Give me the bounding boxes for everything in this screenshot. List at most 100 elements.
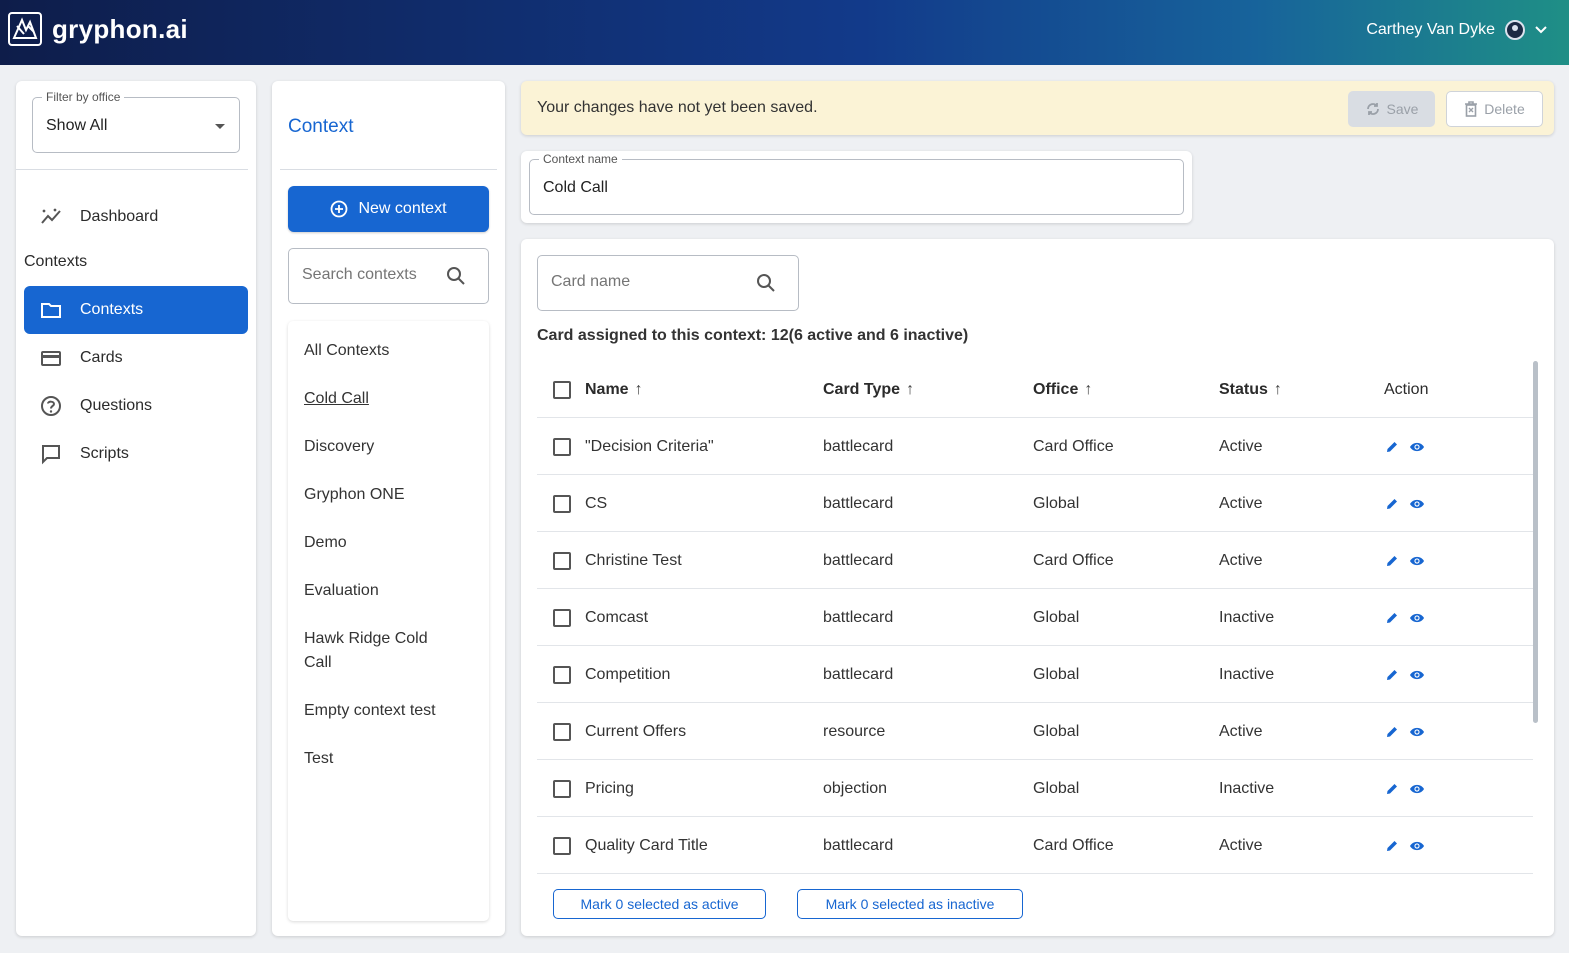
- view-eye-icon[interactable]: [1409, 840, 1425, 852]
- context-panel-title: Context: [288, 116, 354, 137]
- table-row: Comcast battlecard Global Inactive: [537, 589, 1533, 646]
- view-eye-icon[interactable]: [1409, 612, 1425, 624]
- office-filter-select[interactable]: Filter by office Show All: [32, 90, 240, 153]
- context-item[interactable]: Hawk Ridge Cold Call: [304, 627, 454, 675]
- sidebar-divider: [16, 169, 248, 170]
- user-name: Carthey Van Dyke: [1366, 21, 1495, 38]
- card-office: Global: [1033, 608, 1080, 626]
- card-search-field[interactable]: [537, 255, 799, 311]
- card-search-input[interactable]: [551, 273, 741, 291]
- context-item[interactable]: Test: [304, 747, 479, 771]
- mark-inactive-button[interactable]: Mark 0 selected as inactive: [797, 889, 1023, 919]
- sidebar-item-label: Cards: [80, 349, 123, 366]
- table-row: Pricing objection Global Inactive: [537, 760, 1533, 817]
- row-checkbox-cell: [553, 532, 571, 589]
- chevron-down-icon: [1535, 26, 1547, 34]
- row-checkbox-cell: [553, 817, 571, 874]
- column-header-office[interactable]: Office ↑: [1033, 361, 1092, 418]
- row-checkbox-cell: [553, 760, 571, 817]
- search-icon[interactable]: [446, 266, 466, 286]
- context-item-selected[interactable]: Cold Call: [304, 387, 479, 411]
- select-all-checkbox[interactable]: [553, 380, 571, 399]
- card-name: Comcast: [585, 608, 649, 626]
- context-name-field[interactable]: Context name Cold Call: [529, 152, 1184, 215]
- view-eye-icon[interactable]: [1409, 555, 1425, 567]
- gryphon-logo-icon: [8, 12, 42, 46]
- app-name: gryphon.ai: [52, 13, 188, 44]
- sidebar-item-contexts[interactable]: Contexts: [24, 286, 248, 334]
- delete-label: Delete: [1484, 101, 1525, 117]
- sidebar-item-dashboard[interactable]: Dashboard: [24, 193, 248, 241]
- card-name: Quality Card Title: [585, 836, 708, 854]
- script-icon: [40, 443, 62, 465]
- row-checkbox[interactable]: [553, 494, 571, 513]
- card-office: Global: [1033, 779, 1080, 797]
- card-office: Global: [1033, 494, 1080, 512]
- dashboard-icon: [40, 206, 62, 228]
- row-checkbox[interactable]: [553, 779, 571, 798]
- mark-active-button[interactable]: Mark 0 selected as active: [553, 889, 766, 919]
- sort-arrow-up-icon: ↑: [906, 380, 915, 398]
- table-header-row: Name ↑ Card Type ↑ Office ↑ Status ↑ Action: [537, 361, 1533, 418]
- card-office: Global: [1033, 665, 1080, 683]
- user-menu[interactable]: Carthey Van Dyke: [1366, 20, 1547, 40]
- table-row: Competition battlecard Global Inactive: [537, 646, 1533, 703]
- row-checkbox[interactable]: [553, 551, 571, 570]
- card-type: battlecard: [823, 494, 894, 512]
- row-checkbox-cell: [553, 589, 571, 646]
- search-contexts-input[interactable]: [302, 266, 442, 284]
- office-filter-label: Filter by office: [42, 90, 125, 104]
- column-header-label: Status: [1219, 380, 1268, 398]
- edit-icon[interactable]: [1385, 611, 1399, 625]
- column-header-card-type[interactable]: Card Type ↑: [823, 361, 914, 418]
- row-checkbox[interactable]: [553, 836, 571, 855]
- select-all-checkbox-cell: [553, 361, 571, 418]
- row-checkbox[interactable]: [553, 665, 571, 684]
- card-status: Active: [1219, 551, 1263, 569]
- row-checkbox-cell: [553, 703, 571, 760]
- card-name: Current Offers: [585, 722, 687, 740]
- card-name: Pricing: [585, 779, 634, 797]
- edit-icon[interactable]: [1385, 668, 1399, 682]
- view-eye-icon[interactable]: [1409, 726, 1425, 738]
- table-scrollbar[interactable]: [1533, 361, 1538, 723]
- sidebar-item-label: Scripts: [80, 445, 129, 462]
- sidebar-item-cards[interactable]: Cards: [24, 334, 248, 382]
- edit-icon[interactable]: [1385, 440, 1399, 454]
- view-eye-icon[interactable]: [1409, 441, 1425, 453]
- context-item[interactable]: All Contexts: [304, 339, 479, 363]
- sidebar-item-scripts[interactable]: Scripts: [24, 430, 248, 478]
- context-item[interactable]: Evaluation: [304, 579, 479, 603]
- row-checkbox[interactable]: [553, 608, 571, 627]
- view-eye-icon[interactable]: [1409, 669, 1425, 681]
- context-item[interactable]: Demo: [304, 531, 479, 555]
- sidebar-item-questions[interactable]: Questions: [24, 382, 248, 430]
- context-item[interactable]: Discovery: [304, 435, 479, 459]
- edit-icon[interactable]: [1385, 782, 1399, 796]
- search-contexts-field[interactable]: [288, 248, 489, 304]
- view-eye-icon[interactable]: [1409, 498, 1425, 510]
- context-name-value[interactable]: Cold Call: [543, 179, 608, 197]
- delete-button[interactable]: Delete: [1446, 91, 1543, 127]
- table-row: Christine Test battlecard Card Office Ac…: [537, 532, 1533, 589]
- row-checkbox[interactable]: [553, 437, 571, 456]
- save-button[interactable]: Save: [1348, 91, 1435, 127]
- office-filter-value: Show All: [46, 117, 108, 134]
- context-panel-divider: [280, 169, 497, 170]
- edit-icon[interactable]: [1385, 839, 1399, 853]
- edit-icon[interactable]: [1385, 554, 1399, 568]
- new-context-button[interactable]: New context: [288, 186, 489, 232]
- column-header-name[interactable]: Name ↑: [585, 361, 643, 418]
- app-logo[interactable]: gryphon.ai: [8, 12, 188, 46]
- card-status: Active: [1219, 494, 1263, 512]
- view-eye-icon[interactable]: [1409, 783, 1425, 795]
- column-header-status[interactable]: Status ↑: [1219, 361, 1282, 418]
- context-item[interactable]: Empty context test: [304, 699, 479, 723]
- edit-icon[interactable]: [1385, 725, 1399, 739]
- row-checkbox[interactable]: [553, 722, 571, 741]
- edit-icon[interactable]: [1385, 497, 1399, 511]
- search-icon[interactable]: [756, 273, 776, 293]
- table-row: "Decision Criteria" battlecard Card Offi…: [537, 418, 1533, 475]
- context-item[interactable]: Gryphon ONE: [304, 483, 479, 507]
- card-type: battlecard: [823, 665, 894, 683]
